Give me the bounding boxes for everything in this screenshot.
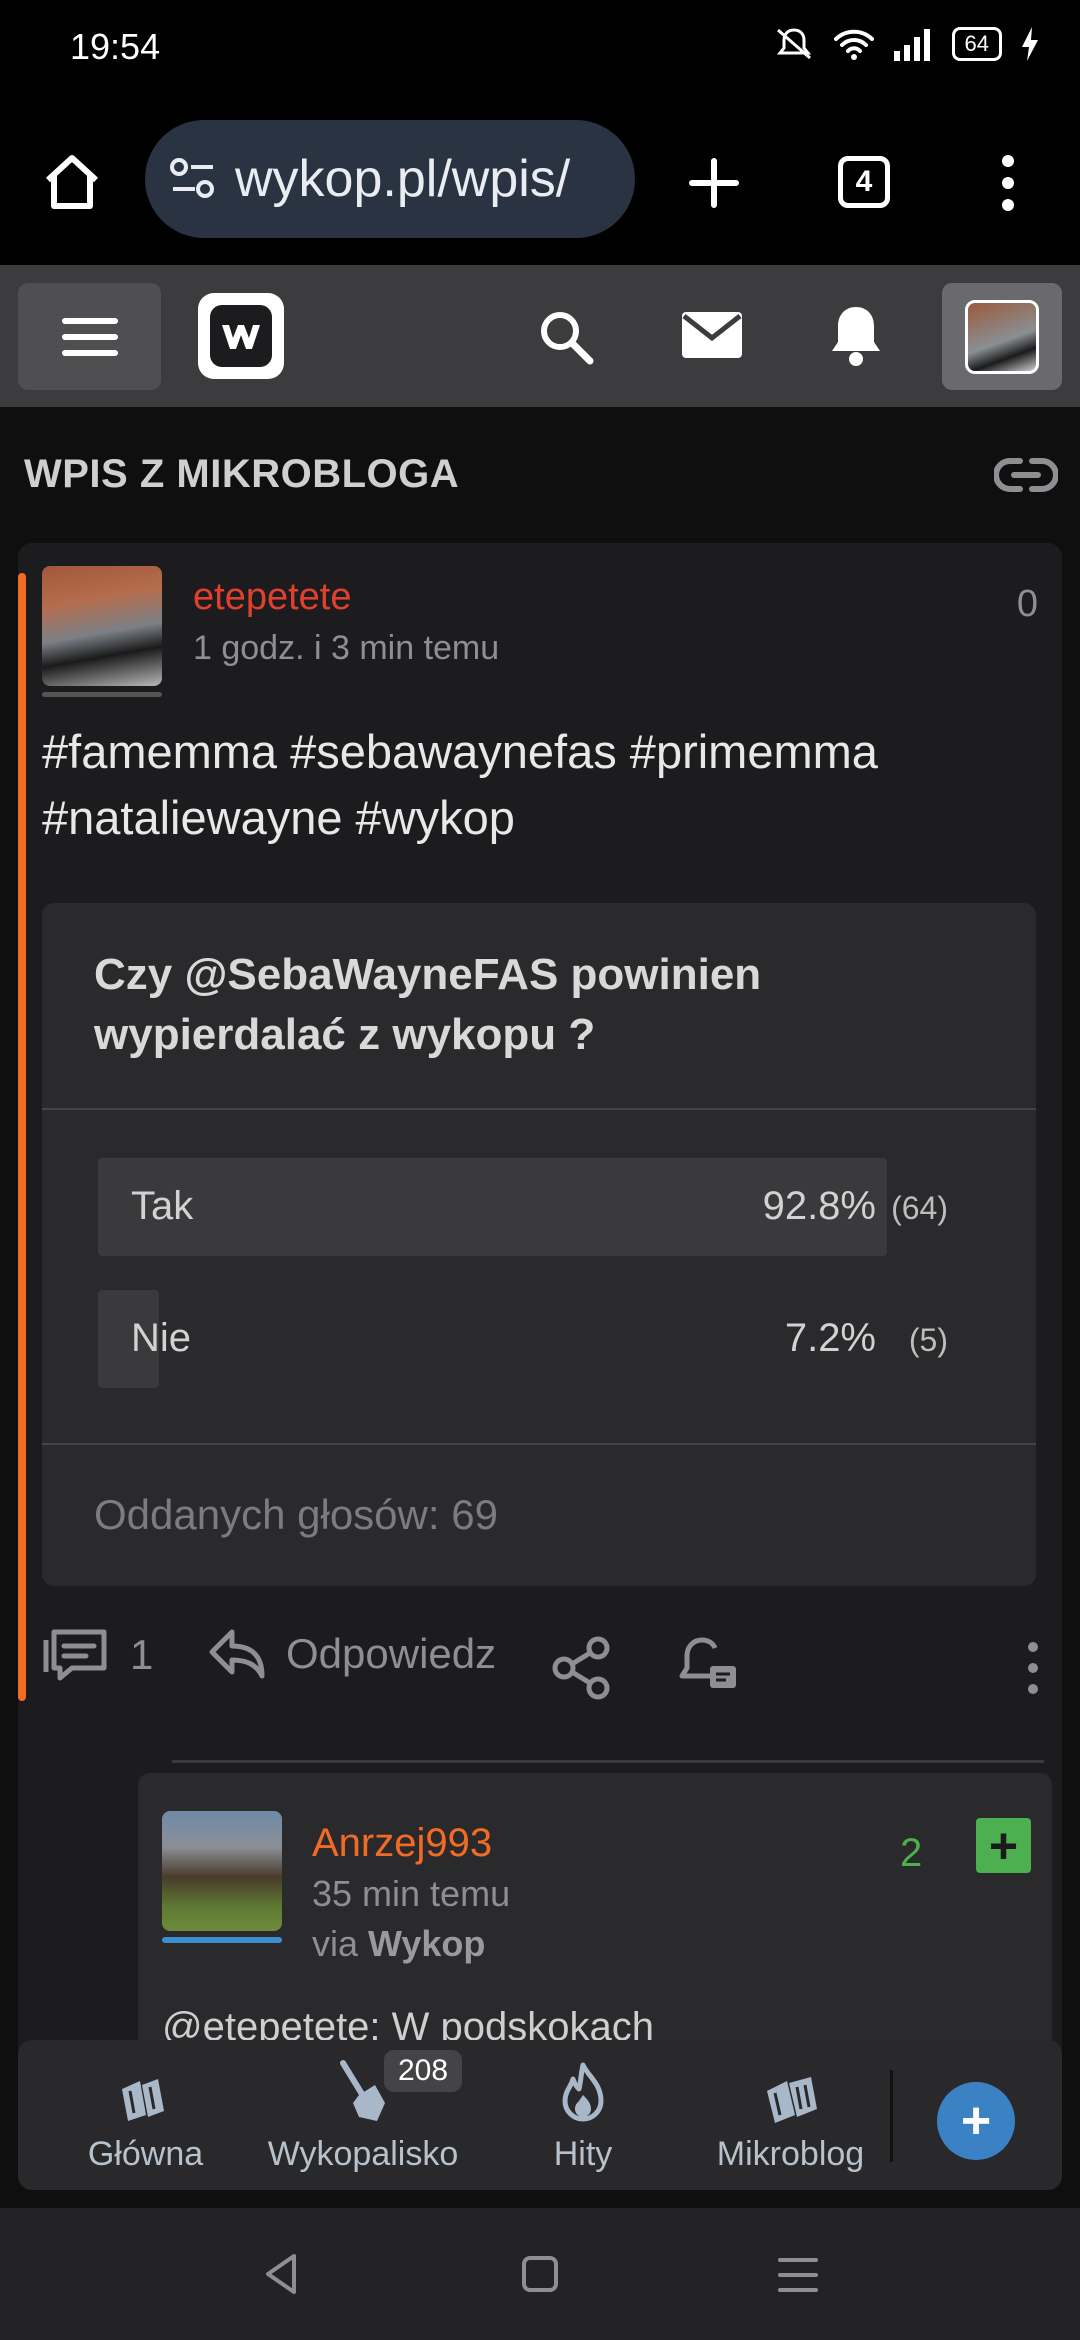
- status-bar: 19:54 64: [0, 0, 1080, 95]
- reply-icon: [209, 1629, 265, 1679]
- menu-button[interactable]: [18, 283, 161, 390]
- browser-toolbar: wykop.pl/wpis/ 4: [0, 95, 1080, 265]
- page-title: WPIS Z MIKROBLOGA: [24, 452, 460, 496]
- nav-label: Główna: [87, 2135, 204, 2173]
- nav-item-glowna[interactable]: Główna: [38, 2040, 253, 2190]
- poll-option-count: (5): [908, 1322, 948, 1358]
- post-actions: 1 Odpowiedz: [42, 1626, 1052, 1716]
- post-time[interactable]: 1 godz. i 3 min temu: [193, 629, 499, 668]
- site-settings-icon[interactable]: [169, 157, 217, 201]
- url-text[interactable]: wykop.pl/wpis/: [235, 149, 570, 209]
- user-avatar-button[interactable]: [942, 283, 1062, 390]
- author-avatar-underline: [42, 692, 162, 697]
- home-icon[interactable]: [40, 150, 104, 214]
- reply-via: via Wykop: [312, 1923, 485, 1965]
- charging-icon: [1022, 27, 1038, 61]
- comments-separator: [172, 1760, 1044, 1763]
- reply-avatar-underline: [162, 1937, 282, 1943]
- poll-option[interactable]: Nie 7.2% (5): [98, 1290, 948, 1388]
- upvote-button[interactable]: +: [976, 1818, 1031, 1873]
- poll-option[interactable]: Tak 92.8% (64): [98, 1158, 948, 1256]
- nav-divider: [890, 2070, 893, 2162]
- comments-icon: [43, 1629, 107, 1681]
- status-icons: 64: [772, 26, 1040, 62]
- menu-icon-line: [61, 317, 118, 324]
- more-vert-icon[interactable]: [1024, 1640, 1042, 1696]
- post-score: 0: [1016, 583, 1038, 625]
- menu-icon-line: [61, 349, 118, 356]
- mikroblog-icon: [766, 2077, 817, 2123]
- back-icon[interactable]: [260, 2252, 304, 2296]
- site-header: [0, 265, 1080, 407]
- post-body: #famemma #sebawaynefas #primemma #natali…: [42, 725, 878, 844]
- wykop-logo-icon: [210, 305, 272, 367]
- menu-icon-line: [61, 333, 118, 340]
- poll-option-label: Tak: [131, 1184, 194, 1228]
- nav-label: Hity: [553, 2135, 613, 2173]
- comments-button[interactable]: 1: [42, 1626, 153, 1684]
- wifi-icon: [833, 29, 874, 60]
- reply-time[interactable]: 35 min temu: [312, 1873, 510, 1915]
- search-icon[interactable]: [536, 307, 596, 367]
- link-icon[interactable]: [994, 455, 1058, 495]
- tab-switcher-button[interactable]: 4: [838, 156, 890, 208]
- poll: Czy @SebaWayneFAS powinien wypierdalać z…: [42, 903, 1036, 1586]
- address-bar[interactable]: wykop.pl/wpis/: [145, 120, 635, 238]
- comment-count: 1: [130, 1631, 154, 1678]
- poll-total: Oddanych głosów: 69: [94, 1491, 498, 1538]
- bell-icon[interactable]: [828, 303, 884, 369]
- reply-via-app: Wykop: [368, 1923, 486, 1964]
- post-card: etepetete 1 godz. i 3 min temu 0 #famemm…: [18, 543, 1062, 2063]
- reply-via-prefix: via: [312, 1923, 359, 1964]
- flame-icon: [562, 2062, 604, 2122]
- follow-notification-icon[interactable]: [676, 1632, 740, 1700]
- wykop-home-icon: [121, 2079, 164, 2121]
- home-square-icon[interactable]: [520, 2254, 560, 2294]
- nav-label: Mikroblog: [716, 2135, 865, 2173]
- poll-option-percent: 92.8%: [762, 1184, 876, 1228]
- avatar: [965, 299, 1039, 374]
- battery-indicator: 64: [951, 27, 1002, 61]
- post-accent-bar: [18, 573, 26, 1701]
- system-navigation-bar: [0, 2208, 1080, 2340]
- poll-divider: [42, 1108, 1036, 1110]
- reply-card: Anrzej993 35 min temu via Wykop 2 + @ete…: [138, 1773, 1052, 2063]
- poll-option-label: Nie: [131, 1316, 192, 1360]
- bottom-navigation: Główna Wykopalisko 208 Hity Mikroblog +: [18, 2040, 1062, 2190]
- add-post-button[interactable]: +: [937, 2082, 1015, 2160]
- reply-author[interactable]: Anrzej993: [312, 1821, 492, 1866]
- poll-option-count: (64): [891, 1190, 948, 1226]
- nav-item-hity[interactable]: Hity: [473, 2040, 693, 2190]
- recents-icon[interactable]: [778, 2256, 818, 2294]
- shovel-icon: [340, 2060, 385, 2121]
- mail-icon[interactable]: [680, 310, 744, 360]
- wykopalisko-count-badge: 208: [384, 2050, 463, 2092]
- wykop-logo[interactable]: [198, 293, 284, 379]
- status-time: 19:54: [70, 26, 161, 67]
- author-avatar[interactable]: [42, 566, 162, 686]
- poll-question: Czy @SebaWayneFAS powinien wypierdalać z…: [94, 950, 762, 1059]
- nav-item-mikroblog[interactable]: Mikroblog: [693, 2040, 888, 2190]
- reply-author-avatar[interactable]: [162, 1811, 282, 1931]
- poll-divider: [42, 1443, 1036, 1445]
- poll-option-percent: 7.2%: [784, 1316, 876, 1360]
- more-vert-icon[interactable]: [996, 153, 1020, 213]
- nav-label: Wykopalisko: [267, 2135, 459, 2173]
- reply-score: 2: [900, 1831, 923, 1875]
- signal-icon: [893, 29, 930, 61]
- reply-button[interactable]: Odpowiedz: [208, 1626, 496, 1682]
- new-tab-icon[interactable]: [688, 157, 740, 209]
- mute-icon: [776, 28, 811, 60]
- share-icon[interactable]: [550, 1636, 614, 1700]
- reply-label: Odpowiedz: [286, 1630, 497, 1677]
- post-author[interactable]: etepetete: [193, 576, 351, 619]
